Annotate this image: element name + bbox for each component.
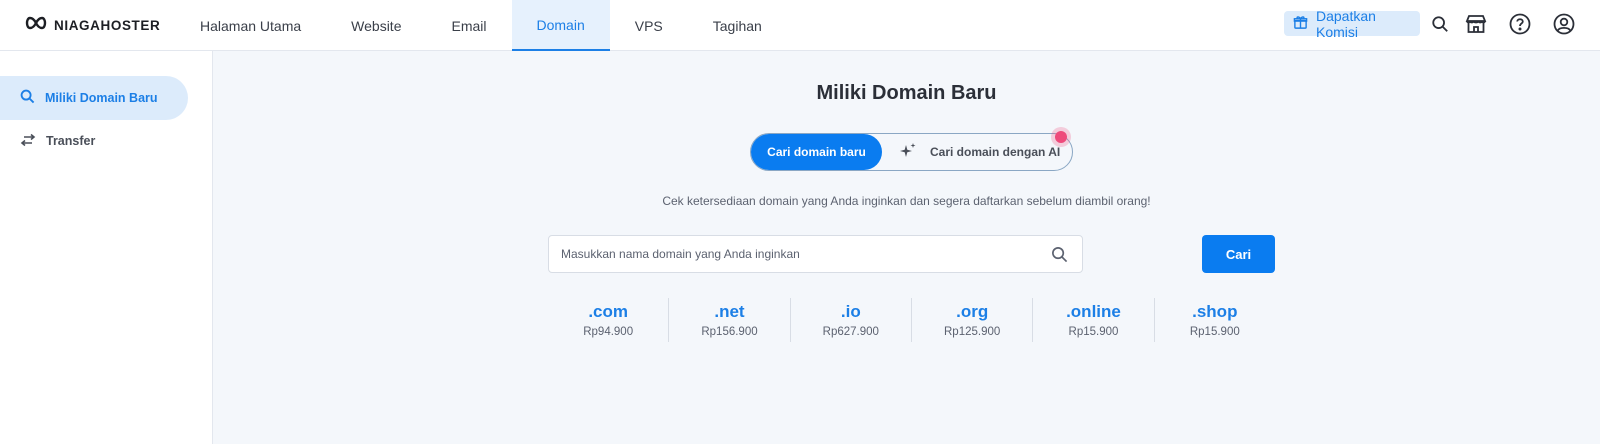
top-navbar: NIAGAHOSTER Halaman Utama Website Email … — [0, 0, 1600, 51]
user-account-icon[interactable] — [1552, 12, 1576, 36]
tld-name: .com — [588, 302, 628, 321]
nav-item-website[interactable]: Website — [326, 0, 426, 51]
nav-item-halaman-utama[interactable]: Halaman Utama — [175, 0, 326, 51]
sidebar-item-miliki-domain-baru[interactable]: Miliki Domain Baru — [0, 76, 188, 120]
nav-item-domain[interactable]: Domain — [511, 0, 610, 51]
nav-item-vps[interactable]: VPS — [610, 0, 688, 51]
brand-name: NIAGAHOSTER — [54, 17, 161, 33]
page-title: Miliki Domain Baru — [816, 82, 997, 104]
domain-search-input[interactable] — [561, 236, 1041, 272]
page-subtitle: Cek ketersediaan domain yang Anda ingink… — [662, 194, 1151, 208]
sidebar: Miliki Domain Baru Transfer — [0, 51, 213, 444]
tld-price: Rp15.900 — [1189, 326, 1240, 338]
tld-price: Rp125.900 — [944, 326, 1001, 338]
tab-cari-domain-baru[interactable]: Cari domain baru — [751, 134, 882, 170]
infinity-logo-icon — [24, 16, 48, 35]
search-icon[interactable] — [1428, 12, 1452, 36]
get-commission-label: Dapatkan Komisi — [1316, 7, 1376, 40]
tld-price: Rp156.900 — [701, 326, 758, 338]
search-mode-toggle: Cari domain baru Cari domain dengan AI — [750, 133, 1073, 171]
brand-logo[interactable]: NIAGAHOSTER — [24, 14, 160, 36]
sidebar-item-label: Miliki Domain Baru — [45, 91, 158, 105]
tld-item-shop[interactable]: .shop Rp15.900 — [1153, 298, 1275, 342]
search-icon[interactable] — [1051, 246, 1068, 263]
store-icon[interactable] — [1464, 12, 1488, 36]
nav-item-email[interactable]: Email — [426, 0, 511, 51]
notification-dot — [1055, 131, 1067, 143]
main-nav: Halaman Utama Website Email Domain VPS T… — [175, 0, 787, 51]
sidebar-item-transfer[interactable]: Transfer — [0, 119, 188, 163]
tld-price: Rp15.900 — [1068, 326, 1119, 338]
tab-ai-label: Cari domain dengan AI — [930, 145, 1061, 159]
tld-name: .net — [714, 302, 745, 321]
search-icon — [20, 89, 35, 107]
help-icon[interactable] — [1508, 12, 1532, 36]
tld-price: Rp94.900 — [583, 326, 634, 338]
tld-name: .shop — [1192, 302, 1238, 321]
sidebar-item-label: Transfer — [46, 134, 96, 148]
tld-item-org[interactable]: .org Rp125.900 — [910, 298, 1032, 342]
domain-search-box — [548, 235, 1083, 273]
tld-name: .io — [840, 302, 861, 321]
gift-icon — [1293, 15, 1308, 33]
tld-item-online[interactable]: .online Rp15.900 — [1032, 298, 1153, 342]
sparkle-icon — [898, 142, 918, 163]
transfer-arrows-icon — [20, 133, 36, 150]
tld-price: Rp627.900 — [822, 326, 879, 338]
tld-name: .org — [956, 302, 989, 321]
tld-price-list: .com Rp94.900 .net Rp156.900 .io Rp627.9… — [548, 298, 1275, 342]
search-button[interactable]: Cari — [1202, 235, 1275, 273]
tld-item-com[interactable]: .com Rp94.900 — [548, 298, 668, 342]
tld-item-io[interactable]: .io Rp627.900 — [789, 298, 911, 342]
tab-cari-domain-ai[interactable]: Cari domain dengan AI — [898, 134, 1060, 170]
tld-name: .online — [1066, 302, 1121, 321]
get-commission-button[interactable]: Dapatkan Komisi — [1284, 8, 1420, 40]
nav-item-tagihan[interactable]: Tagihan — [688, 0, 787, 51]
tld-item-net[interactable]: .net Rp156.900 — [668, 298, 789, 342]
